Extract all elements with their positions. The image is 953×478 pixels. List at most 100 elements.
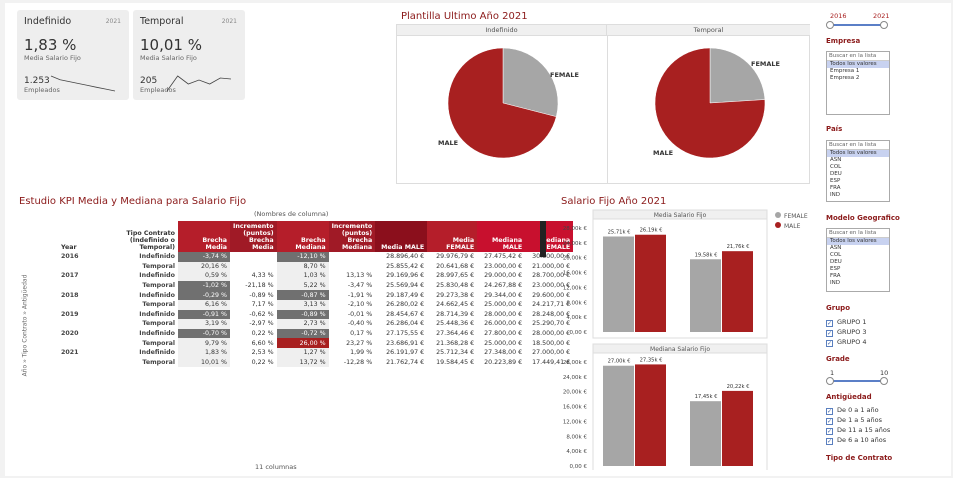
table-cell (58, 338, 88, 348)
bar-male-temporal[interactable] (722, 251, 753, 332)
column-header[interactable]: Incremento (puntos) Brecha Mediana (328, 221, 376, 252)
table-cell: 3,19 % (178, 319, 230, 329)
table-row[interactable]: Temporal 6,16 % 7,17 % 3,13 % -2,10 % 26.280,… (58, 299, 573, 310)
grade-handle-max[interactable] (880, 377, 888, 385)
list-item[interactable]: ESP (827, 266, 889, 273)
table-cell: 0,22 % (251, 358, 274, 366)
table-row[interactable]: 2020 Indefinido -0,70 % 0,22 % -0,72 % 0,17 %… (58, 328, 573, 339)
list-item[interactable]: DEU (827, 171, 889, 178)
filter-list-empresa[interactable]: Buscar en la lista Todos los valores Emp… (826, 51, 890, 115)
table-row[interactable]: Temporal 9,79 % 6,60 % 26,00 % 23,27 % 23.686… (58, 338, 573, 348)
list-item[interactable]: IND (827, 192, 889, 199)
table-cell: -1,02 % (178, 280, 230, 291)
checkbox-grupo-3[interactable]: ✓ GRUPO 3 (826, 328, 867, 337)
year-range-handle-max[interactable] (880, 21, 888, 29)
bar-female-temporal[interactable] (690, 401, 721, 466)
bar-female-indefinido[interactable] (603, 236, 634, 332)
checkbox-antiguedad-6-10[interactable]: ✓ De 6 a 10 años (826, 436, 886, 445)
y-tick-label: 24,00k € (563, 241, 588, 247)
table-row[interactable]: Temporal -1,02 % -21,18 % 5,22 % -3,47 % 25.5… (58, 280, 573, 291)
checkbox-antiguedad-0-1[interactable]: ✓ De 0 a 1 año (826, 406, 879, 415)
list-item[interactable]: Todos los valores (827, 238, 889, 245)
list-item[interactable]: ASN (827, 245, 889, 252)
legend-item-female[interactable]: FEMALE (775, 212, 808, 220)
checkbox-grupo-4[interactable]: ✓ GRUPO 4 (826, 338, 867, 347)
column-header[interactable]: Year (58, 221, 88, 252)
year-range-handle-min[interactable] (826, 21, 834, 29)
table-cell: 20.641,68 € (436, 262, 475, 270)
table-cell: Temporal (142, 262, 175, 270)
grade-handle-min[interactable] (826, 377, 834, 385)
list-item[interactable]: Empresa 1 (827, 68, 889, 75)
search-input[interactable]: Buscar en la lista (827, 141, 889, 150)
list-item[interactable]: Empresa 2 (827, 75, 889, 82)
filter-list-pais[interactable]: Buscar en la lista Todos los valores ASN… (826, 140, 890, 202)
list-item[interactable]: DEU (827, 259, 889, 266)
filter-list-modelo[interactable]: Buscar en la lista Todos los valores ASN… (826, 228, 890, 292)
bar-male-indefinido[interactable] (635, 364, 666, 466)
column-header[interactable]: Media FEMALE (427, 221, 478, 252)
kpi-percent: 10,01 % (140, 36, 202, 54)
column-header[interactable]: Media MALE (375, 221, 428, 252)
list-item[interactable]: ESP (827, 178, 889, 185)
table-cell: 23.686,91 € (386, 339, 425, 347)
table-cell: 26.280,02 € (386, 301, 425, 309)
column-header[interactable]: Tipo Contrato (Indefinido o Temporal) (88, 221, 178, 252)
table-row[interactable]: 2021 Indefinido 1,83 % 2,53 % 1,27 % 1,99 % 26… (58, 347, 573, 358)
bar-male-temporal[interactable] (722, 390, 753, 466)
table-cell: 27.348,00 € (484, 349, 523, 357)
table-cell: -21,18 % (245, 282, 274, 290)
bar-female-indefinido[interactable] (603, 365, 634, 466)
table-row[interactable]: 2017 Indefinido 0,59 % 4,33 % 1,03 % 13,13 % 2… (58, 271, 573, 281)
table-cell: 27.475,42 € (484, 253, 523, 261)
table-cell: 25.000,00 € (484, 301, 523, 309)
table-scrollbar[interactable] (540, 221, 546, 257)
kpi-table: Year Tipo Contrato (Indefinido o Temporal) B… (58, 221, 574, 368)
kpi-card-temporal[interactable]: Temporal 2021 10,01 % Media Salario Fijo… (133, 10, 245, 100)
list-item[interactable]: COL (827, 252, 889, 259)
table-cell: 28.896,40 € (386, 253, 425, 261)
column-header[interactable]: Brecha Media (178, 221, 230, 252)
checkbox-antiguedad-11-15[interactable]: ✓ De 11 a 15 años (826, 426, 890, 435)
pie-header-temporal: Temporal (607, 25, 810, 36)
table-cell: Indefinido (139, 330, 175, 338)
list-item[interactable]: Todos los valores (827, 150, 889, 157)
y-tick-label: 12,00k € (563, 419, 588, 425)
checkbox-antiguedad-1-5[interactable]: ✓ De 1 a 5 años (826, 416, 882, 425)
column-header[interactable]: Incremento (puntos) Brecha Media (230, 221, 277, 252)
list-item[interactable]: Todos los valores (827, 61, 889, 68)
list-item[interactable]: ASN (827, 157, 889, 164)
table-cell: 21.762,74 € (386, 358, 425, 366)
checkbox-grupo-1[interactable]: ✓ GRUPO 1 (826, 318, 867, 327)
column-header[interactable]: Mediana MALE (477, 221, 526, 252)
table-cell: 20,16 % (178, 261, 230, 272)
pie-label-male: MALE (438, 139, 459, 147)
list-item[interactable]: FRA (827, 273, 889, 280)
table-row[interactable]: Temporal 3,19 % -2,97 % 2,73 % -0,40 % 26.286… (58, 319, 573, 329)
table-row[interactable]: Temporal 10,01 % 0,22 % 13,72 % -12,28 % 21.7… (58, 357, 573, 368)
pie-panel: Indefinido Temporal FEMALE MALE FEMALE M… (396, 24, 810, 184)
grade-slider[interactable] (828, 380, 886, 382)
year-range-slider[interactable] (828, 24, 886, 26)
list-item[interactable]: IND (827, 280, 889, 287)
kpi-card-indefinido[interactable]: Indefinido 2021 1,83 % Media Salario Fij… (17, 10, 129, 100)
y-tick-label: 0,00 € (570, 464, 588, 470)
search-input[interactable]: Buscar en la lista (827, 229, 889, 238)
table-row[interactable]: 2016 Indefinido -3,74 % -12,10 % 28.896,40 €… (58, 252, 573, 262)
bar-female-temporal[interactable] (690, 259, 721, 332)
table-row[interactable]: 2019 Indefinido -0,91 % -0,62 % -0,89 % -0,01… (58, 309, 573, 320)
column-header[interactable]: Brecha Mediana (276, 221, 329, 252)
list-item[interactable]: FRA (827, 185, 889, 192)
filter-title-grade: Grade (826, 355, 850, 363)
bar-data-label: 27,00k € (608, 359, 631, 365)
search-input[interactable]: Buscar en la lista (827, 52, 889, 61)
table-row[interactable]: Temporal 20,16 % 8,70 % 25.855,42 € 20.641,6… (58, 261, 573, 272)
table-row[interactable]: 2018 Indefinido -0,29 % -0,89 % -0,87 % -1,91… (58, 290, 573, 300)
list-item[interactable]: COL (827, 164, 889, 171)
bar-male-indefinido[interactable] (635, 234, 666, 332)
legend-item-male[interactable]: MALE (775, 222, 808, 230)
table-cell: Indefinido (139, 349, 175, 357)
pie-slice-female[interactable] (709, 47, 766, 104)
table-cell: 24.662,45 € (436, 301, 475, 309)
table-cell: 27.175,55 € (386, 330, 425, 338)
